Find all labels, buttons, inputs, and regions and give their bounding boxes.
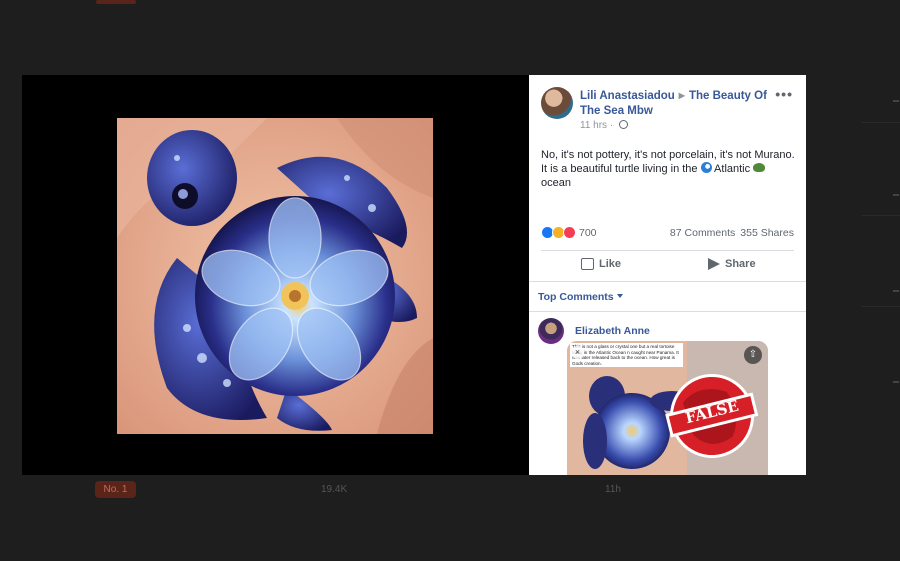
author-link[interactable]: Lili Anastasiadou: [580, 90, 675, 102]
like-label: Like: [599, 258, 622, 270]
comment-image[interactable]: This is not a glass or crystal one but a…: [567, 341, 768, 475]
more-icon[interactable]: •••: [775, 86, 793, 102]
turtle-emoji-icon: [753, 163, 766, 172]
top-comments-dropdown[interactable]: Top Comments: [538, 291, 623, 303]
comment-image-caption: This is not a glass or crystal one but a…: [570, 343, 683, 368]
background-divider: [862, 215, 900, 216]
background-divider: [862, 306, 900, 307]
post-time[interactable]: 11 hrs: [580, 120, 607, 131]
background-badge: No. 1: [95, 481, 136, 498]
post-panel: Lili Anastasiadou ▶ The Beauty Of The Sea …: [529, 75, 806, 475]
background-dash: [893, 290, 899, 292]
background-dash: [893, 100, 899, 102]
engagement-counts: 87 Comments 355 Shares: [670, 227, 794, 239]
background-divider: [862, 122, 900, 123]
post-text-line: Atlantic: [714, 163, 751, 175]
background-dash: [893, 381, 899, 383]
reaction-count: 700: [579, 226, 597, 239]
divider: [529, 311, 806, 312]
arrow-right-icon: ▶: [678, 91, 685, 100]
wave-emoji-icon: [700, 162, 712, 173]
reaction-summary[interactable]: 700: [541, 226, 597, 239]
divider: [541, 250, 794, 251]
share-icon: [708, 258, 720, 270]
share-label: Share: [725, 258, 756, 270]
divider: [529, 281, 806, 282]
like-icon: [581, 258, 594, 270]
share-icon[interactable]: ⇧: [744, 346, 762, 364]
background-badge: No. 1: [96, 0, 136, 4]
love-reaction-icon: [563, 226, 576, 239]
background-dash: [893, 194, 899, 196]
author-avatar[interactable]: [541, 87, 573, 119]
shares-count[interactable]: 355 Shares: [740, 227, 794, 239]
background-stat: 19.4K: [321, 484, 348, 495]
post-text-line: It is a beautiful turtle living in the: [541, 163, 698, 175]
caret-down-icon: [616, 294, 623, 298]
commenter-avatar[interactable]: [538, 318, 564, 344]
globe-icon: [618, 120, 628, 129]
commenter-name[interactable]: Elizabeth Anne: [575, 325, 650, 337]
close-icon[interactable]: ×: [571, 346, 584, 359]
post-text-line: ocean: [541, 177, 571, 189]
glass-turtle-photo: [117, 118, 433, 434]
post-header: Lili Anastasiadou ▶ The Beauty Of The Sea …: [580, 88, 770, 119]
post-text-line: No, it's not pottery, it's not porcelain…: [541, 149, 795, 161]
background-stat: 11h: [605, 484, 621, 495]
sort-label: Top Comments: [538, 291, 614, 303]
comments-count[interactable]: 87 Comments: [670, 227, 735, 239]
share-button[interactable]: Share: [708, 258, 756, 270]
post-meta: 11 hrs ·: [580, 120, 628, 131]
like-button[interactable]: Like: [581, 258, 621, 270]
post-text: No, it's not pottery, it's not porcelain…: [541, 148, 796, 190]
photo-viewer[interactable]: [22, 75, 529, 475]
